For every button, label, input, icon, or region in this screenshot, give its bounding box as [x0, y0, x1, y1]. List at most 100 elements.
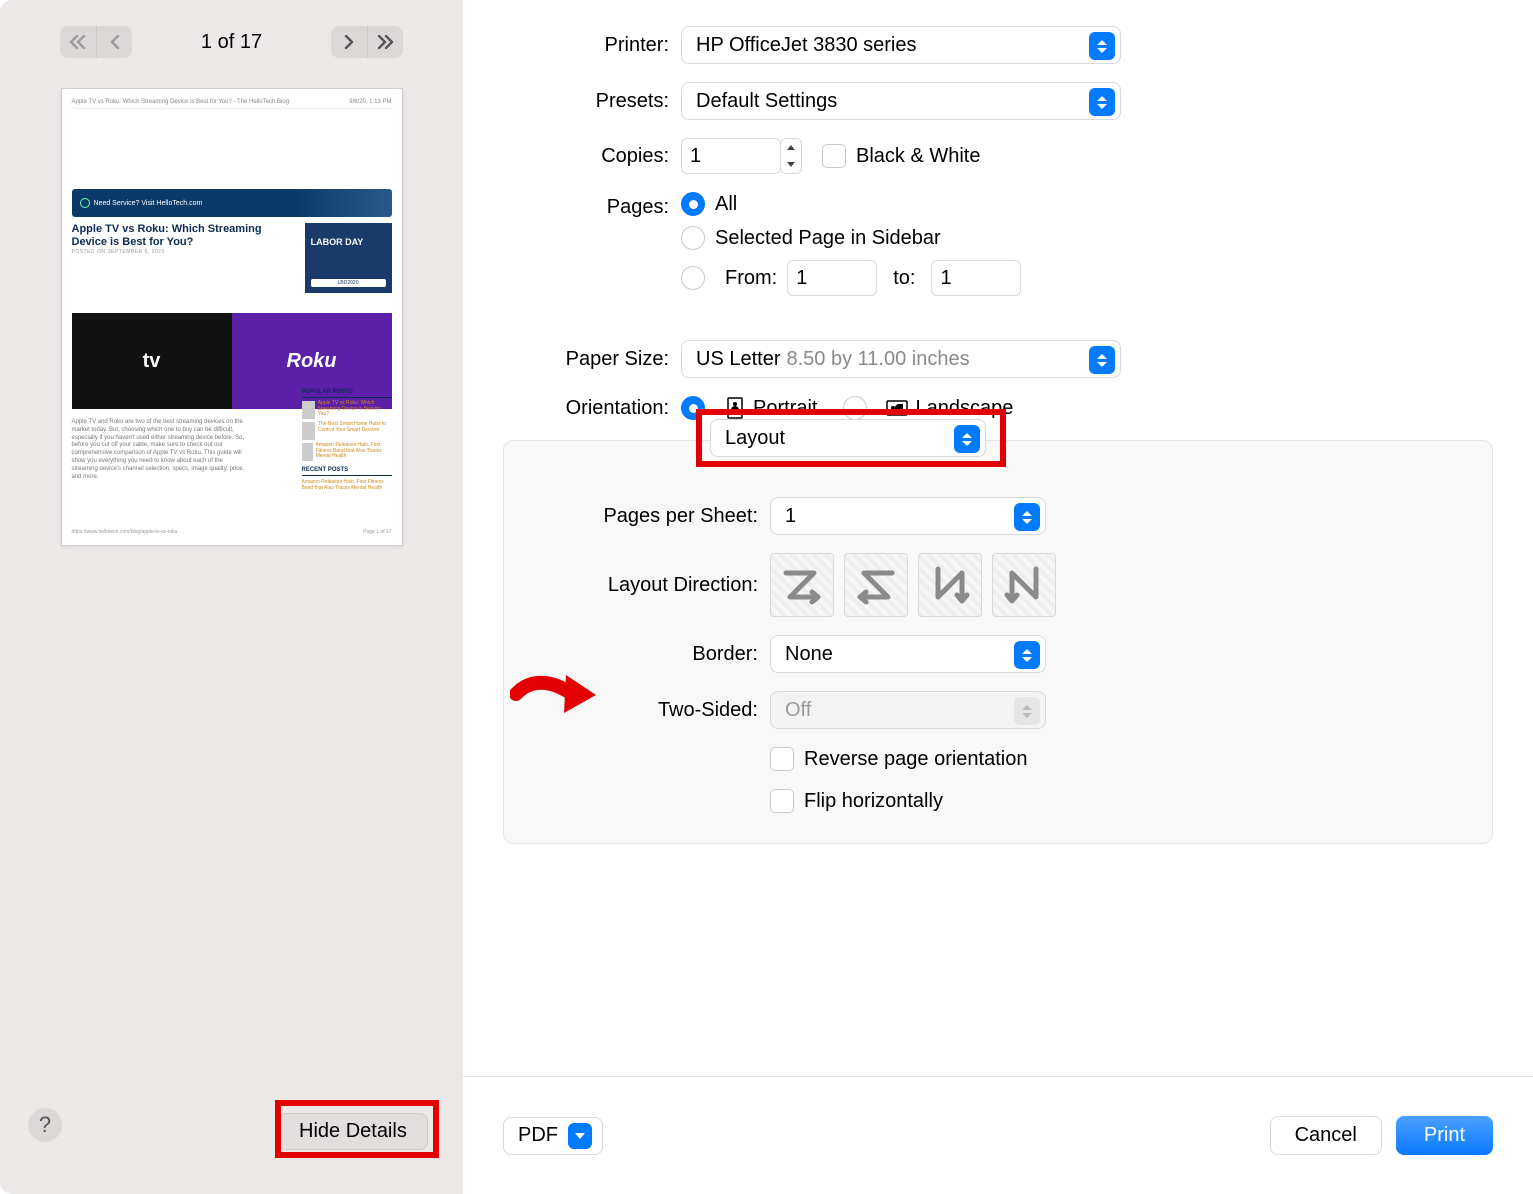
landscape-label: Landscape [915, 397, 1013, 420]
printer-label: Printer: [503, 34, 681, 57]
page-url: https://www.hellotech.com/blog/apple-tv-… [72, 529, 178, 535]
pages-label: Pages: [503, 192, 681, 219]
hide-details-button[interactable]: Hide Details [278, 1113, 428, 1150]
pages-all-radio[interactable] [681, 192, 705, 216]
double-chevron-right-icon [376, 35, 394, 49]
pdf-menu-button[interactable]: PDF [503, 1117, 603, 1155]
stepper-up-icon[interactable] [781, 139, 801, 156]
ad-label: LABOR DAY [311, 237, 364, 247]
nav-last-button[interactable] [367, 26, 403, 58]
layout-group: Layout Pages per Sheet: 1 Layout Directi… [503, 440, 1493, 844]
preview-pane: 1 of 17 Apple TV vs Roku: Which Streamin… [0, 0, 463, 1194]
printer-select[interactable]: HP OfficeJet 3830 series [681, 26, 1121, 64]
section-select[interactable]: Layout [710, 419, 986, 457]
presets-select[interactable]: Default Settings [681, 82, 1121, 120]
layout-n2-icon [1002, 563, 1046, 607]
layout-dir-n2-button[interactable] [992, 553, 1056, 617]
posted-date: POSTED ON SEPTEMBER 6, 2020 [72, 249, 297, 255]
pages-per-sheet-select[interactable]: 1 [770, 497, 1046, 535]
paper-size-select[interactable]: US Letter 8.50 by 11.00 inches [681, 340, 1121, 378]
black-white-checkbox[interactable] [822, 144, 846, 168]
settings-pane: Printer: HP OfficeJet 3830 series Preset… [463, 0, 1533, 1194]
pages-per-sheet-label: Pages per Sheet: [534, 505, 770, 528]
landscape-icon [885, 396, 909, 420]
nav-first-button[interactable] [60, 26, 96, 58]
two-sided-value: Off [785, 699, 811, 722]
pdf-label: PDF [518, 1124, 558, 1147]
pages-per-sheet-value: 1 [785, 505, 796, 528]
updown-arrows-icon [1089, 88, 1115, 116]
border-value: None [785, 643, 833, 666]
pages-from-radio[interactable] [681, 266, 705, 290]
nav-next-last-group [331, 26, 403, 58]
help-button[interactable]: ? [28, 1108, 62, 1142]
page-counter: 1 of 17 [201, 31, 262, 54]
portrait-radio[interactable] [681, 396, 705, 420]
layout-dir-z-button[interactable] [770, 553, 834, 617]
pages-from-label: From: [725, 267, 777, 290]
copies-stepper[interactable] [780, 138, 802, 174]
article-body: Apple TV and Roku are two of the best st… [72, 419, 251, 481]
updown-arrows-icon [1089, 346, 1115, 374]
stepper-down-icon[interactable] [781, 156, 801, 173]
cancel-button[interactable]: Cancel [1270, 1116, 1382, 1155]
nav-prev-button[interactable] [96, 26, 132, 58]
paper-size-label: Paper Size: [503, 348, 681, 371]
layout-direction-label: Layout Direction: [534, 574, 770, 597]
recent-posts-header: RECENT POSTS [302, 467, 392, 476]
layout-dir-n-button[interactable] [918, 553, 982, 617]
border-select[interactable]: None [770, 635, 1046, 673]
paper-size-value: US Letter [696, 348, 780, 371]
doc-time: 9/6/20, 1:13 PM [349, 99, 391, 105]
ad-code: LBD2020 [311, 279, 386, 287]
copies-input[interactable] [681, 138, 781, 174]
layout-s-icon [854, 563, 898, 607]
roku-logo: Roku [287, 350, 337, 373]
apple-tv-logo: tv [143, 350, 161, 373]
double-chevron-left-icon [69, 35, 87, 49]
chevron-left-icon [109, 35, 121, 49]
copies-label: Copies: [503, 145, 681, 168]
two-sided-label: Two-Sided: [534, 699, 770, 722]
pages-selected-label: Selected Page in Sidebar [715, 227, 941, 250]
popular-posts-header: POPULAR POSTS [302, 389, 392, 398]
sidebar-popular: POPULAR POSTS Apple TV vs Roku: Which St… [302, 389, 392, 491]
pages-all-label: All [715, 193, 737, 216]
preview-nav: 1 of 17 [0, 0, 463, 74]
reverse-checkbox[interactable] [770, 747, 794, 771]
preview-page-thumbnail[interactable]: Apple TV vs Roku: Which Streaming Device… [61, 88, 403, 546]
layout-z-icon [780, 563, 824, 607]
paper-dims: 8.50 by 11.00 inches [786, 348, 969, 371]
black-white-label: Black & White [856, 145, 980, 168]
doc-header: Apple TV vs Roku: Which Streaming Device… [72, 99, 290, 105]
pages-to-label: to: [893, 267, 915, 290]
orientation-label: Orientation: [503, 397, 681, 420]
updown-arrows-icon [1014, 641, 1040, 669]
article-title: Apple TV vs Roku: Which Streaming Device… [72, 223, 297, 249]
two-sided-select: Off [770, 691, 1046, 729]
layout-dir-s-button[interactable] [844, 553, 908, 617]
layout-n-icon [928, 563, 972, 607]
ad-box: LABOR DAY LBD2020 [305, 223, 392, 293]
pages-from-input[interactable] [787, 260, 877, 296]
presets-value: Default Settings [696, 90, 837, 113]
landscape-radio[interactable] [843, 396, 867, 420]
nav-next-button[interactable] [331, 26, 367, 58]
border-label: Border: [534, 643, 770, 666]
updown-arrows-icon [1014, 697, 1040, 725]
portrait-label: Portrait [753, 397, 817, 420]
reverse-label: Reverse page orientation [804, 748, 1027, 771]
footer-bar: PDF Cancel Print [463, 1076, 1533, 1194]
pages-selected-radio[interactable] [681, 226, 705, 250]
flip-checkbox[interactable] [770, 789, 794, 813]
chevron-right-icon [343, 35, 355, 49]
printer-value: HP OfficeJet 3830 series [696, 34, 917, 57]
page-number: Page 1 of 17 [363, 529, 391, 535]
pages-to-input[interactable] [931, 260, 1021, 296]
portrait-icon [723, 396, 747, 420]
chevron-down-icon [568, 1123, 592, 1149]
updown-arrows-icon [954, 425, 980, 453]
updown-arrows-icon [1089, 32, 1115, 60]
banner: Need Service? Visit HelloTech.com [72, 189, 392, 217]
print-button[interactable]: Print [1396, 1116, 1493, 1155]
